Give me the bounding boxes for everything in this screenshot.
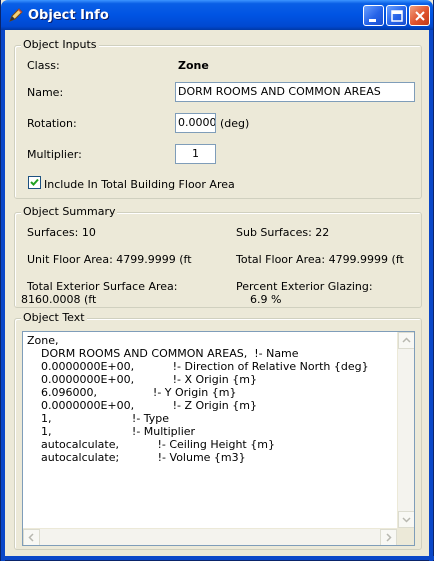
close-icon [415,11,425,21]
multiplier-input[interactable]: 1 [175,144,216,164]
text-line: 0.0000000E+00, !- Z Origin {m} [27,399,257,412]
class-value: Zone [178,59,209,72]
text-line: 1, !- Multiplier [27,425,196,438]
total-exterior-area-value: 8160.0008 (ft [21,293,97,306]
rotation-input[interactable]: 0.00000 [175,113,216,133]
total-floor-area: Total Floor Area: 4799.9999 (ft [236,253,404,266]
include-floor-area-label[interactable]: Include In Total Building Floor Area [44,178,235,191]
text-line: DORM ROOMS AND COMMON AREAS, !- Name [27,347,299,360]
name-input[interactable]: DORM ROOMS AND COMMON AREAS [175,82,415,102]
maximize-icon [391,10,403,22]
scroll-right-button[interactable] [380,529,397,545]
window-border-left [1,30,5,561]
window-border-bottom [1,556,434,560]
chevron-up-icon [402,337,411,343]
object-info-window: Object Info Object Inputs Class: Zone Na… [0,0,434,561]
title-bar[interactable]: Object Info [1,0,433,30]
pencil-icon [8,7,24,23]
object-text-area[interactable]: Zone, DORM ROOMS AND COMMON AREAS, !- Na… [22,331,415,546]
minimize-button[interactable] [363,5,384,26]
window-title: Object Info [28,8,109,23]
scroll-corner [397,528,414,545]
percent-glazing-value: 6.9 % [250,293,282,306]
object-summary-legend: Object Summary [21,205,118,219]
text-line: 0.0000000E+00, !- X Origin {m} [27,373,257,386]
multiplier-label: Multiplier: [27,148,82,161]
minimize-icon [369,19,376,22]
horizontal-scrollbar[interactable] [23,528,397,545]
chevron-right-icon [386,533,392,542]
check-icon [30,178,39,186]
sub-surfaces-count: Sub Surfaces: 22 [236,226,330,239]
object-text-group: Object Text Zone, DORM ROOMS AND COMMON … [14,311,422,550]
window-border-right [429,30,433,561]
total-exterior-area-label: Total Exterior Surface Area: [27,280,178,293]
unit-floor-area: Unit Floor Area: 4799.9999 (ft [27,253,192,266]
object-inputs-legend: Object Inputs [21,38,99,52]
object-text-legend: Object Text [21,311,87,325]
close-button[interactable] [409,5,430,26]
text-line: 0.0000000E+00, !- Direction of Relative … [27,360,369,373]
text-line: autocalculate, !- Ceiling Height {m} [27,438,275,451]
scroll-left-button[interactable] [23,529,40,545]
include-floor-area-checkbox[interactable] [28,176,41,189]
rotation-unit: (deg) [220,117,250,130]
rotation-label: Rotation: [27,117,77,130]
chevron-down-icon [402,517,411,523]
object-inputs-group: Object Inputs Class: Zone Name: DORM ROO… [14,38,422,199]
percent-glazing-label: Percent Exterior Glazing: [236,280,373,293]
object-summary-group: Object Summary Surfaces: 10 Sub Surfaces… [14,205,422,308]
text-line: 6.096000, !- Y Origin {m} [27,386,237,399]
chevron-left-icon [28,533,34,542]
text-line: autocalculate; !- Volume {m3} [27,451,246,464]
vertical-scrollbar[interactable] [397,332,414,528]
surfaces-count: Surfaces: 10 [27,226,96,239]
class-label: Class: [27,59,60,72]
text-line: 1, !- Type [27,412,170,425]
name-label: Name: [27,86,64,99]
scroll-up-button[interactable] [398,332,414,349]
text-line: Zone, [27,334,59,347]
scroll-down-button[interactable] [398,511,414,528]
maximize-button[interactable] [386,5,407,26]
